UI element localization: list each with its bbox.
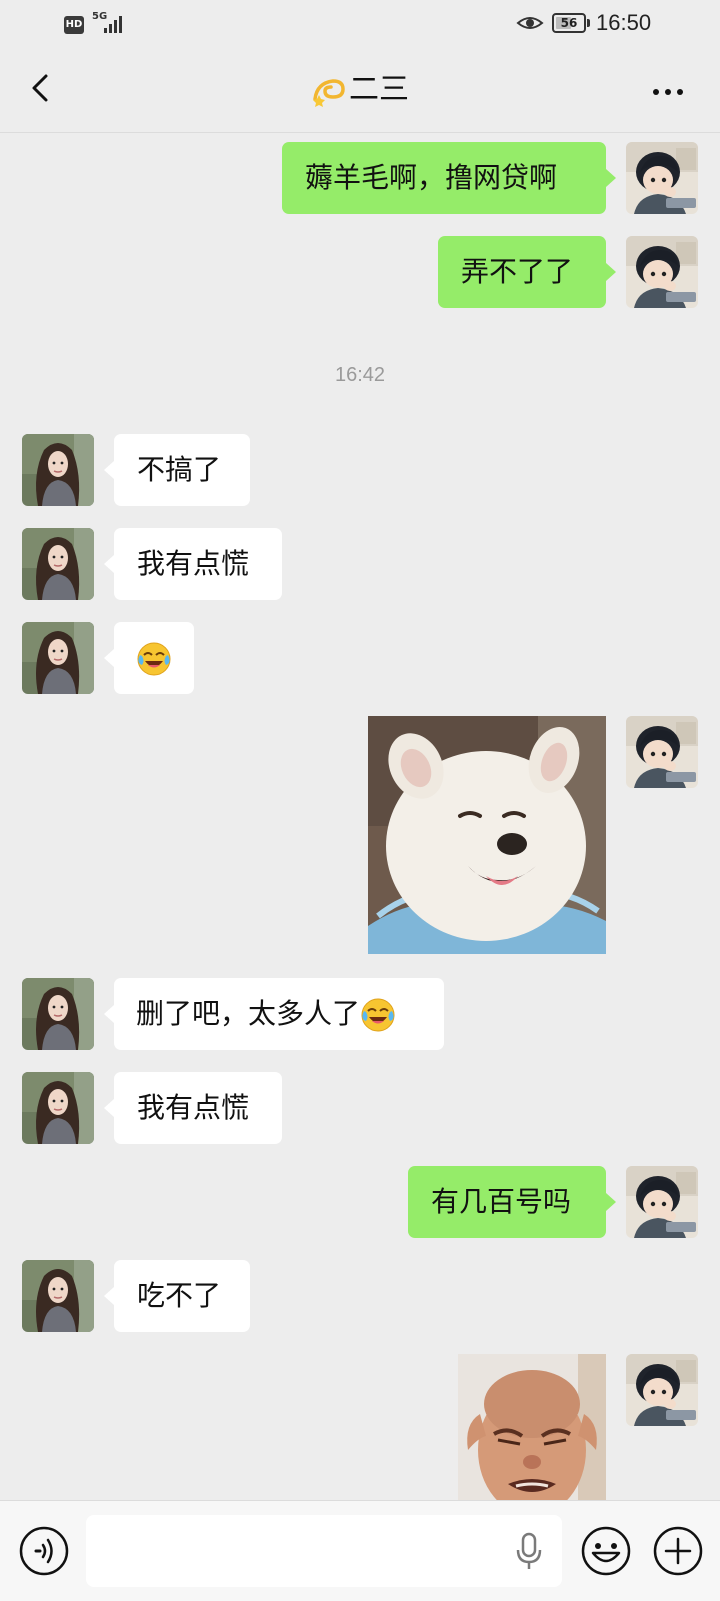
status-time: 16:50	[596, 10, 652, 35]
my-avatar[interactable]	[626, 142, 698, 214]
incoming-text-bubble[interactable]: 我有点慌	[114, 1072, 282, 1144]
incoming-emoji-bubble[interactable]	[114, 622, 194, 694]
my-avatar[interactable]	[626, 1166, 698, 1238]
crying-man-sticker[interactable]	[458, 1354, 606, 1500]
my-avatar[interactable]	[626, 716, 698, 788]
battery-level: 56	[560, 16, 578, 30]
contact-avatar[interactable]	[22, 978, 94, 1050]
contact-avatar[interactable]	[22, 434, 94, 506]
chat-title-text: 二三	[349, 72, 409, 107]
battery-icon: 56	[552, 13, 586, 33]
signal-icon	[104, 16, 122, 33]
message-timestamp: 16:42	[334, 364, 386, 386]
emoji-smile-icon[interactable]	[580, 1525, 632, 1577]
incoming-text-bubble[interactable]: 不搞了	[114, 434, 250, 506]
crying-laughing-emoji-icon	[136, 641, 172, 677]
incoming-text-bubble[interactable]: 吃不了	[114, 1260, 250, 1332]
chat-header: 二三	[0, 50, 720, 133]
hd-badge: HD	[64, 16, 84, 34]
voice-mode-icon[interactable]	[18, 1525, 70, 1577]
contact-avatar[interactable]	[22, 1260, 94, 1332]
outgoing-text-bubble[interactable]: 弄不了了	[438, 236, 606, 308]
more-dots-icon[interactable]	[640, 72, 696, 112]
crying-laughing-emoji-icon	[360, 997, 396, 1033]
chat-input-bar	[0, 1500, 720, 1601]
my-avatar[interactable]	[626, 1354, 698, 1426]
outgoing-text-bubble[interactable]: 薅羊毛啊，撸网贷啊	[282, 142, 606, 214]
incoming-text: 删了吧，太多人了	[136, 997, 361, 1030]
dizzy-star-emoji-icon	[313, 78, 345, 107]
contact-avatar[interactable]	[22, 1072, 94, 1144]
incoming-text-bubble[interactable]: 我有点慌	[114, 528, 282, 600]
eye-comfort-icon	[516, 17, 544, 29]
smiling-white-dog-sticker[interactable]	[368, 716, 606, 954]
incoming-text-bubble[interactable]: 删了吧，太多人了	[114, 978, 444, 1050]
message-input[interactable]	[86, 1515, 562, 1587]
plus-circle-icon[interactable]	[652, 1525, 704, 1577]
status-bar: HD 5G 56 16:50	[0, 0, 720, 50]
outgoing-text-bubble[interactable]: 有几百号吗	[408, 1166, 606, 1238]
my-avatar[interactable]	[626, 236, 698, 308]
microphone-icon[interactable]	[514, 1531, 544, 1571]
chat-title: 二三	[0, 68, 720, 112]
contact-avatar[interactable]	[22, 528, 94, 600]
contact-avatar[interactable]	[22, 622, 94, 694]
